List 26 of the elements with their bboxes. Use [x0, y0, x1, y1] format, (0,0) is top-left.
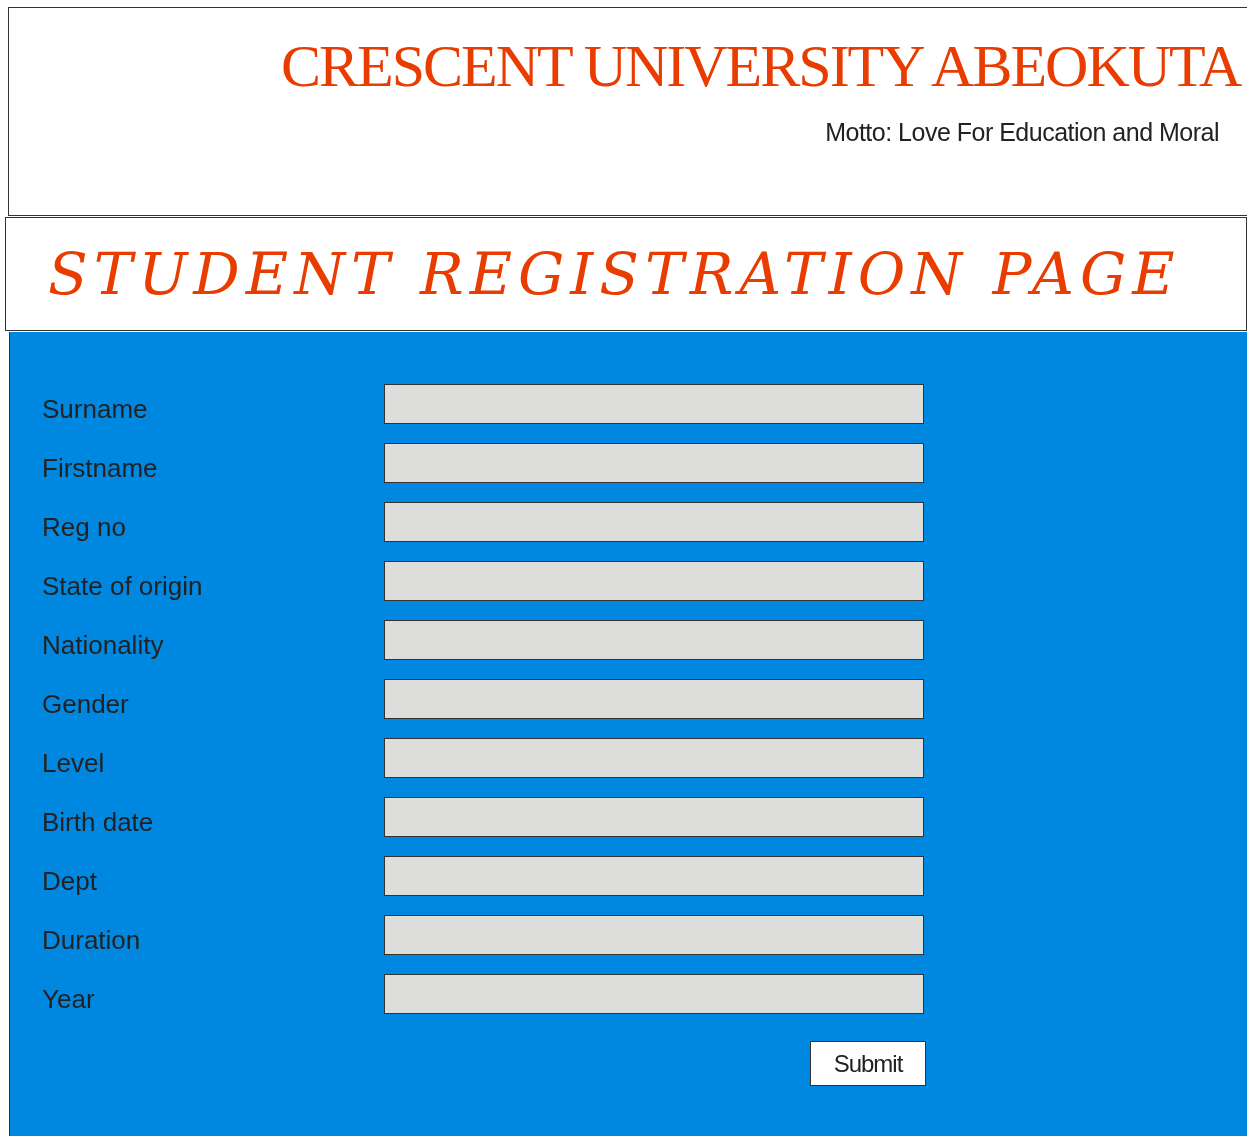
input-field[interactable]: [384, 915, 924, 955]
field-label: Dept: [41, 866, 98, 896]
field-label: Reg no: [41, 512, 127, 542]
field-label: Firstname: [41, 453, 159, 483]
field-label: Nationality: [41, 630, 165, 660]
field-label: Birth date: [41, 807, 155, 837]
university-title: CRESCENT UNIVERSITY ABEOKUTA: [281, 32, 1241, 101]
input-field[interactable]: [384, 797, 924, 837]
field-label: Year: [41, 984, 96, 1014]
input-field[interactable]: [384, 679, 924, 719]
page-title: STUDENT REGISTRATION PAGE: [48, 238, 1181, 310]
motto-text: Motto: Love For Education and Moral: [825, 117, 1219, 148]
input-field[interactable]: [384, 974, 924, 1014]
input-field[interactable]: [384, 561, 924, 601]
input-field[interactable]: [384, 502, 924, 542]
input-field[interactable]: [384, 384, 924, 424]
input-field[interactable]: [384, 738, 924, 778]
input-field[interactable]: [384, 856, 924, 896]
field-label: Surname: [41, 394, 149, 424]
submit-button[interactable]: Submit: [810, 1041, 926, 1086]
field-label: State of origin: [41, 571, 204, 601]
field-label: Gender: [41, 689, 130, 719]
field-label: Duration: [41, 925, 142, 955]
field-label: Level: [41, 748, 106, 778]
input-field[interactable]: [384, 620, 924, 660]
input-field[interactable]: [384, 443, 924, 483]
